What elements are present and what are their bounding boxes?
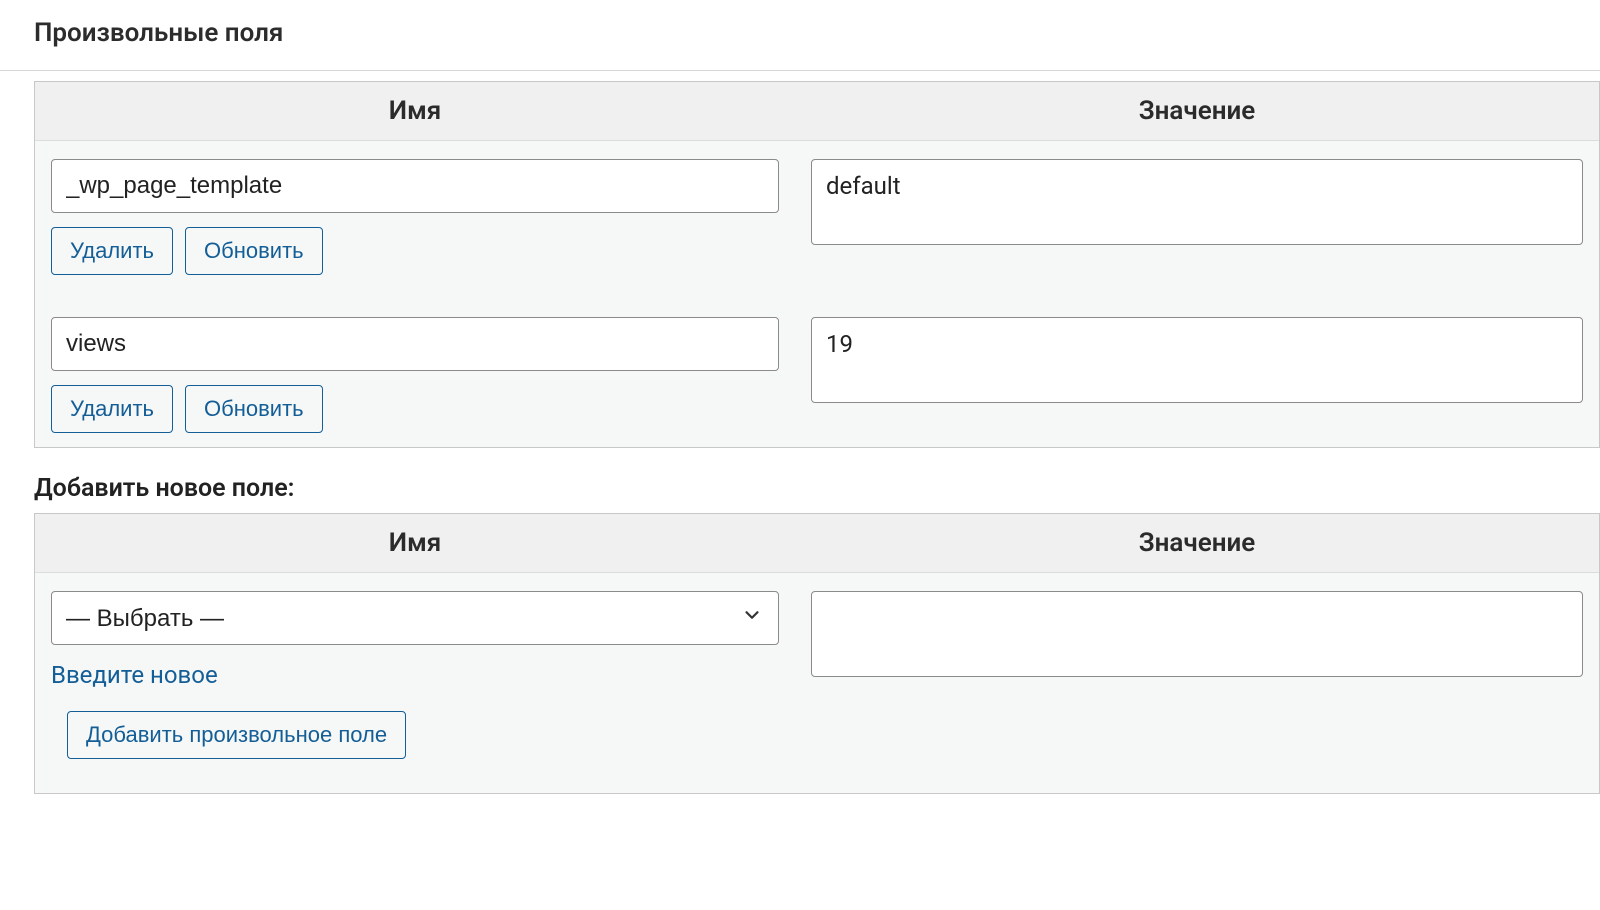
new-field-value-input[interactable] xyxy=(811,591,1583,677)
table-row: Удалить Обновить xyxy=(35,141,1599,290)
panel-title: Произвольные поля xyxy=(34,18,1566,48)
delete-button[interactable]: Удалить xyxy=(51,385,173,433)
field-name-input[interactable] xyxy=(51,317,779,371)
panel-header: Произвольные поля xyxy=(0,0,1600,70)
update-button[interactable]: Обновить xyxy=(185,227,323,275)
field-value-input[interactable] xyxy=(811,159,1583,245)
field-name-input[interactable] xyxy=(51,159,779,213)
column-header-name: Имя xyxy=(35,514,795,573)
column-header-value: Значение xyxy=(795,514,1599,573)
add-new-field-table: Имя Значение — Выбрать — Введите новое xyxy=(34,513,1600,794)
delete-button[interactable]: Удалить xyxy=(51,227,173,275)
table-row: Удалить Обновить xyxy=(35,289,1599,447)
field-value-input[interactable] xyxy=(811,317,1583,403)
add-new-heading: Добавить новое поле: xyxy=(34,474,1600,503)
divider xyxy=(0,70,1600,71)
table-row: — Выбрать — Введите новое Добавить произ… xyxy=(35,573,1599,794)
field-name-select[interactable]: — Выбрать — xyxy=(51,591,779,645)
custom-fields-table: Имя Значение Удалить Обновить xyxy=(34,81,1600,448)
column-header-value: Значение xyxy=(795,82,1599,141)
add-custom-field-button[interactable]: Добавить произвольное поле xyxy=(67,711,406,759)
update-button[interactable]: Обновить xyxy=(185,385,323,433)
column-header-name: Имя xyxy=(35,82,795,141)
enter-new-link[interactable]: Введите новое xyxy=(51,661,218,689)
